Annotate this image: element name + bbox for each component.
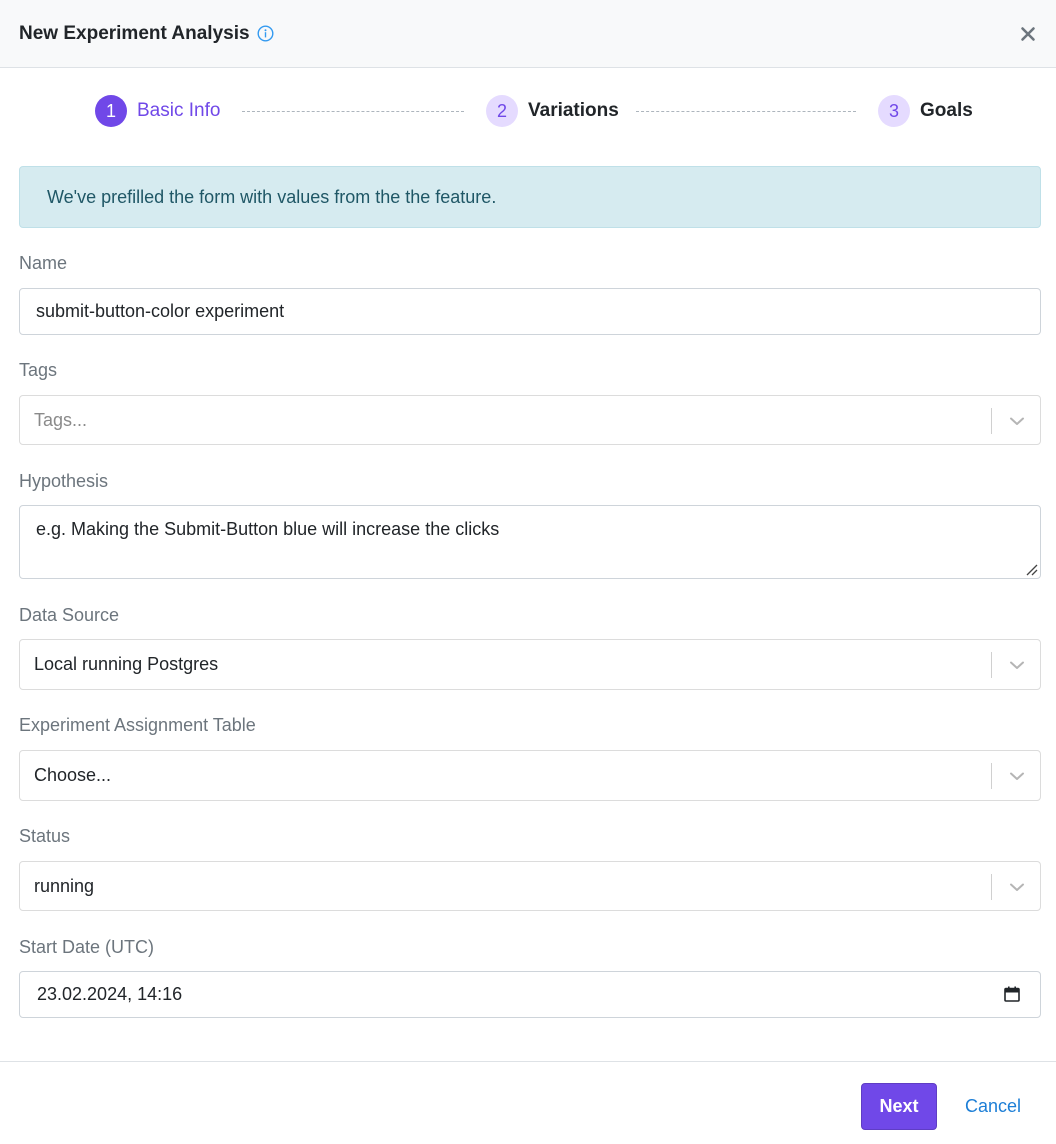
modal-title: New Experiment Analysis: [19, 22, 250, 44]
step-number: 1: [95, 95, 127, 127]
alert-text: We've prefilled the form with values fro…: [47, 186, 497, 207]
start-date-label: Start Date (UTC): [19, 937, 155, 957]
close-button[interactable]: [1014, 20, 1042, 48]
chevron-down-icon[interactable]: [1008, 767, 1026, 785]
select-separator: [991, 408, 992, 434]
step-label: Variations: [528, 100, 619, 121]
modal-footer: Next Cancel: [0, 1061, 1056, 1144]
select-separator: [991, 874, 992, 900]
cancel-button[interactable]: Cancel: [965, 1096, 1021, 1117]
prefill-alert: We've prefilled the form with values fro…: [19, 166, 1041, 228]
chevron-down-icon[interactable]: [1008, 878, 1026, 896]
status-select[interactable]: running: [19, 861, 1041, 911]
calendar-icon[interactable]: [1003, 985, 1021, 1003]
start-date-value: 23.02.2024, 14:16: [37, 984, 183, 1004]
tags-select[interactable]: Tags...: [19, 395, 1041, 445]
hypothesis-placeholder: e.g. Making the Submit-Button blue will …: [36, 519, 500, 539]
step-variations[interactable]: 2 Variations: [486, 95, 619, 127]
hypothesis-label: Hypothesis: [19, 471, 109, 491]
stepper: 1 Basic Info 2 Variations 3 Goals: [0, 68, 1056, 158]
start-date-input[interactable]: 23.02.2024, 14:16: [19, 971, 1041, 1018]
tags-placeholder: Tags...: [34, 409, 88, 430]
select-separator: [991, 763, 992, 789]
name-input-value: submit-button-color experiment: [36, 301, 285, 321]
modal-header: New Experiment Analysis: [0, 0, 1056, 68]
step-label: Goals: [920, 100, 973, 121]
step-number: 3: [878, 95, 910, 127]
close-icon: [1021, 27, 1035, 41]
step-label: Basic Info: [137, 100, 221, 121]
step-basic-info[interactable]: 1 Basic Info: [95, 95, 220, 127]
next-button[interactable]: Next: [861, 1083, 937, 1130]
data-source-select[interactable]: Local running Postgres: [19, 639, 1041, 690]
step-goals[interactable]: 3 Goals: [878, 95, 973, 127]
chevron-down-icon[interactable]: [1008, 412, 1026, 430]
hypothesis-textarea[interactable]: e.g. Making the Submit-Button blue will …: [19, 505, 1041, 579]
chevron-down-icon[interactable]: [1008, 656, 1026, 674]
name-label: Name: [19, 253, 68, 273]
data-source-label: Data Source: [19, 605, 120, 625]
status-label: Status: [19, 826, 71, 846]
assignment-table-select[interactable]: Choose...: [19, 750, 1041, 801]
info-icon[interactable]: [257, 25, 274, 42]
step-number: 2: [486, 95, 518, 127]
name-input[interactable]: submit-button-color experiment: [19, 288, 1041, 335]
experiment-modal: New Experiment Analysis 1 Basic Info 2 V…: [0, 0, 1056, 1144]
tags-label: Tags: [19, 360, 58, 380]
resize-handle-icon[interactable]: [1024, 562, 1038, 576]
status-value: running: [34, 875, 95, 896]
assignment-table-label: Experiment Assignment Table: [19, 715, 256, 735]
assignment-table-value: Choose...: [34, 765, 112, 785]
select-separator: [991, 652, 992, 678]
data-source-value: Local running Postgres: [34, 654, 219, 674]
step-connector: [636, 111, 856, 112]
step-connector: [242, 111, 464, 112]
